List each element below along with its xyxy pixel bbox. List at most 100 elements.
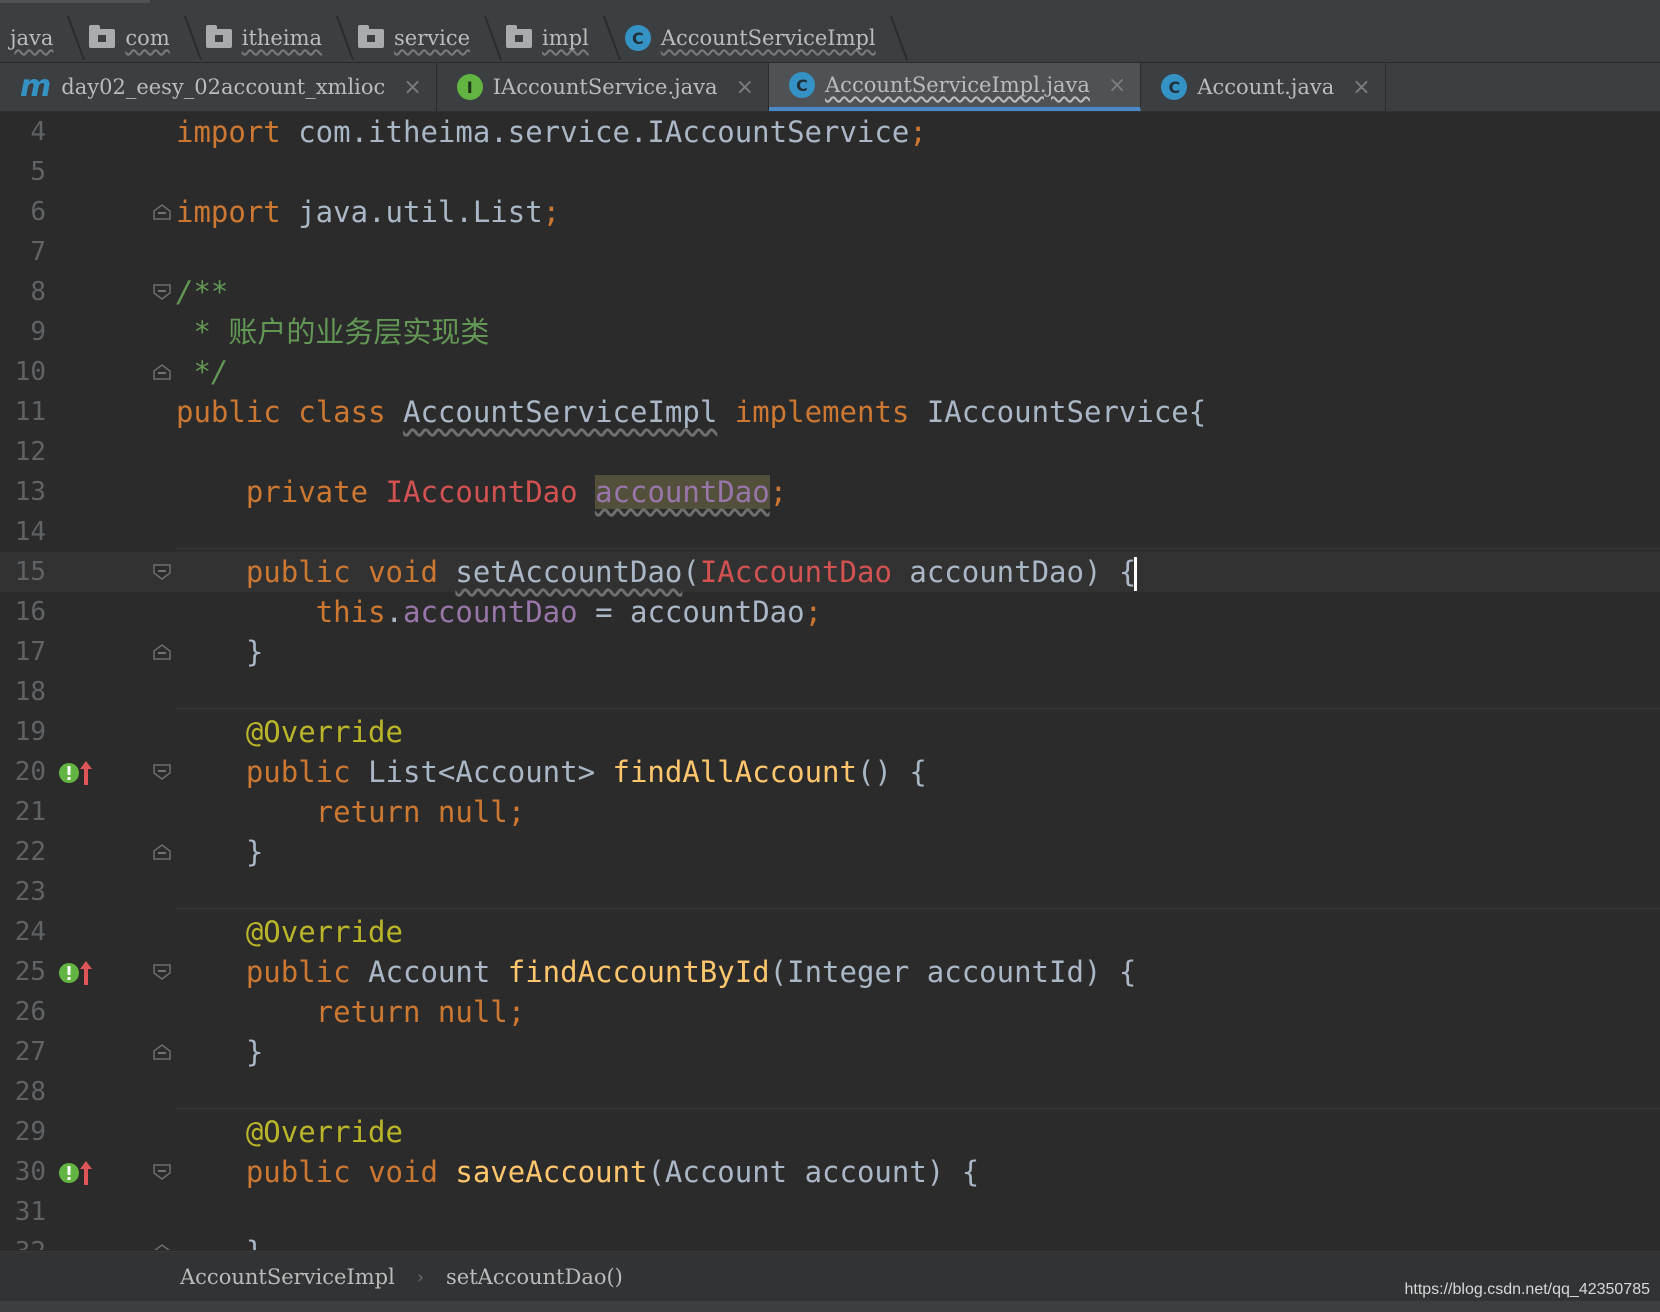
parameter: accountDao) {	[891, 555, 1137, 589]
tab-iaccountservice[interactable]: I IAccountService.java ×	[437, 63, 770, 111]
semicolon: ;	[769, 475, 788, 509]
breadcrumb-label: service	[394, 26, 471, 50]
code-text: public class AccountServiceImpl implemen…	[176, 392, 1206, 432]
implements-method-icon[interactable]	[58, 1158, 94, 1186]
implements-method-icon[interactable]	[58, 758, 94, 786]
code-line[interactable]: 10 */	[0, 352, 1660, 392]
code-text: }	[176, 832, 263, 872]
breadcrumb-impl[interactable]: impl	[496, 14, 615, 62]
code-line[interactable]: 25 public Account findAccountById(Intege…	[0, 952, 1660, 992]
code-text: }	[176, 632, 263, 672]
fold-start-icon[interactable]	[152, 563, 172, 581]
fold-end-icon[interactable]	[152, 843, 172, 861]
annotation: @Override	[245, 715, 403, 749]
fold-end-icon[interactable]	[152, 643, 172, 661]
code-line[interactable]: 14	[0, 512, 1660, 552]
code-line[interactable]: 13 private IAccountDao accountDao;	[0, 472, 1660, 512]
breadcrumb-label: itheima	[241, 26, 323, 50]
line-number: 28	[14, 1077, 46, 1107]
code-line[interactable]: 20 public List<Account> findAllAccount()…	[0, 752, 1660, 792]
breadcrumb-com[interactable]: com	[79, 14, 195, 62]
breadcrumb-itheima[interactable]: itheima	[196, 14, 348, 62]
fold-start-icon[interactable]	[152, 763, 172, 781]
fold-end-icon[interactable]	[152, 1243, 172, 1250]
code-text: import com.itheima.service.IAccountServi…	[176, 112, 927, 152]
line-number: 26	[14, 997, 46, 1027]
breadcrumb-java[interactable]: java	[0, 14, 79, 62]
import-path: com.itheima.service.IAccountService	[280, 115, 910, 149]
tab-label: Account.java	[1197, 75, 1335, 99]
code-line[interactable]: 6 import java.util.List;	[0, 192, 1660, 232]
close-icon[interactable]: ×	[736, 75, 754, 100]
breadcrumb-service[interactable]: service	[348, 14, 496, 62]
code-line[interactable]: 32 }	[0, 1232, 1660, 1250]
close-icon[interactable]: ×	[403, 75, 421, 100]
code-line[interactable]: 24 @Override	[0, 912, 1660, 952]
code-line[interactable]: 31	[0, 1192, 1660, 1232]
keyword: import	[176, 195, 281, 229]
code-line[interactable]: 28	[0, 1072, 1660, 1112]
code-text: private IAccountDao accountDao;	[176, 472, 787, 512]
code-editor[interactable]: 4 import com.itheima.service.IAccountSer…	[0, 112, 1660, 1250]
interface-name: IAccountService{	[926, 395, 1207, 429]
fold-end-icon[interactable]	[152, 1043, 172, 1061]
line-number: 30	[14, 1157, 46, 1187]
code-line[interactable]: 16 this.accountDao = accountDao;	[0, 592, 1660, 632]
code-text: public List<Account> findAllAccount() {	[176, 752, 927, 792]
code-line[interactable]: 26 return null;	[0, 992, 1660, 1032]
fold-start-icon[interactable]	[152, 1163, 172, 1181]
keyword: void	[368, 555, 438, 589]
code-line[interactable]: 18	[0, 672, 1660, 712]
closing-brace: }	[245, 635, 264, 669]
close-icon[interactable]: ×	[1352, 75, 1370, 100]
code-line[interactable]: 9 * 账户的业务层实现类	[0, 312, 1660, 352]
assignment: = accountDao	[577, 595, 805, 629]
structure-method-crumb[interactable]: setAccountDao()	[446, 1265, 623, 1289]
fold-end-icon[interactable]	[152, 203, 172, 221]
code-line[interactable]: 8 /**	[0, 272, 1660, 312]
code-text: return null;	[176, 992, 526, 1032]
annotation: @Override	[245, 915, 403, 949]
code-line[interactable]: 4 import com.itheima.service.IAccountSer…	[0, 112, 1660, 152]
implements-method-icon[interactable]	[58, 958, 94, 986]
code-line[interactable]: 5	[0, 152, 1660, 192]
title-strip	[0, 0, 1660, 15]
code-text: public Account findAccountById(Integer a…	[176, 952, 1136, 992]
fold-start-icon[interactable]	[152, 283, 172, 301]
code-line[interactable]: 19 @Override	[0, 712, 1660, 752]
keyword: public	[176, 395, 281, 429]
code-line[interactable]: 23	[0, 872, 1660, 912]
closing-brace: }	[245, 1035, 264, 1069]
tab-accountserviceimpl[interactable]: C AccountServiceImpl.java ×	[769, 63, 1142, 111]
javadoc-close: */	[176, 355, 229, 389]
line-number: 13	[14, 477, 46, 507]
tab-pom[interactable]: m day02_eesy_02account_xmlioc ×	[0, 63, 437, 111]
fold-end-icon[interactable]	[152, 363, 172, 381]
close-icon[interactable]: ×	[1108, 73, 1126, 98]
method-signature: (Account account) {	[647, 1155, 980, 1189]
code-line[interactable]: 11 public class AccountServiceImpl imple…	[0, 392, 1660, 432]
method-name: findAllAccount	[612, 755, 857, 789]
line-number: 15	[14, 557, 46, 587]
maven-icon: m	[20, 69, 52, 104]
folder-icon	[358, 24, 385, 48]
interface-icon: I	[456, 74, 483, 100]
code-line[interactable]: 17 }	[0, 632, 1660, 672]
code-line[interactable]: 22 }	[0, 832, 1660, 872]
code-line[interactable]: 30 public void saveAccount(Account accou…	[0, 1152, 1660, 1192]
code-line[interactable]: 21 return null;	[0, 792, 1660, 832]
code-line[interactable]: 12	[0, 432, 1660, 472]
code-line-current[interactable]: 15 public void setAccountDao(IAccountDao…	[0, 552, 1660, 592]
tab-account[interactable]: C Account.java ×	[1141, 63, 1386, 111]
keyword: import	[176, 115, 281, 149]
breadcrumb-label: java	[10, 26, 54, 50]
fold-start-icon[interactable]	[152, 963, 172, 981]
code-line[interactable]: 27 }	[0, 1032, 1660, 1072]
code-line[interactable]: 7	[0, 232, 1660, 272]
keyword: void	[368, 1155, 438, 1189]
structure-class-crumb[interactable]: AccountServiceImpl	[180, 1265, 395, 1289]
breadcrumb-accountserviceimpl[interactable]: C AccountServiceImpl	[615, 14, 902, 62]
code-line[interactable]: 29 @Override	[0, 1112, 1660, 1152]
highlighted-field: accountDao	[595, 475, 770, 509]
tab-label: IAccountService.java	[492, 75, 718, 99]
